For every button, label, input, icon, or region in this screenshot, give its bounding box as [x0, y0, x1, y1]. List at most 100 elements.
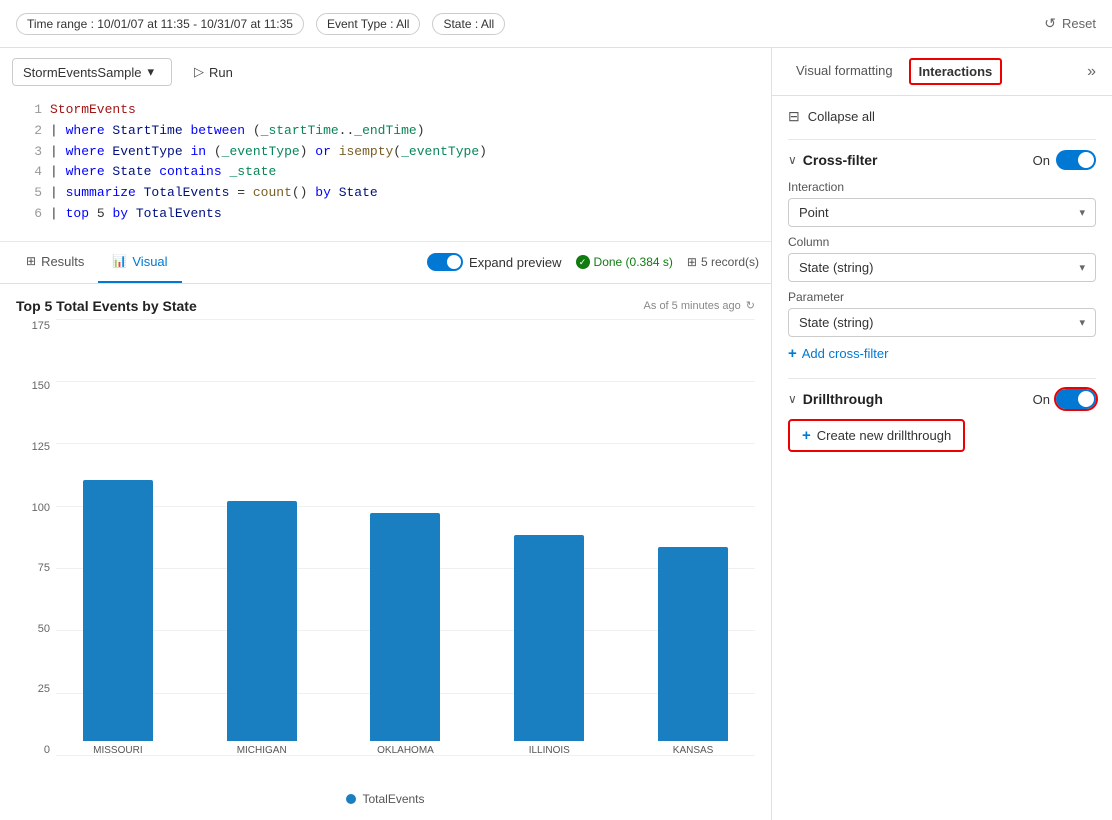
left-panel: StormEventsSample ▾ ▷ Run 1StormEvents2|…	[0, 48, 772, 820]
add-cross-filter-button[interactable]: + Add cross-filter	[788, 345, 1096, 362]
tab-visual[interactable]: 📊 Visual	[98, 242, 181, 283]
interaction-select[interactable]: Point ▾	[788, 198, 1096, 227]
run-icon: ▷	[194, 64, 204, 80]
done-badge: ✓ Done (0.384 s)	[576, 255, 673, 269]
event-type-filter[interactable]: Event Type : All	[316, 13, 421, 35]
column-value: State (string)	[799, 260, 873, 275]
tab-results[interactable]: ⊞ Results	[12, 242, 98, 283]
code-token: ()	[292, 185, 315, 200]
right-panel: Visual formatting Interactions » ⊟ Colla…	[772, 48, 1112, 820]
code-token: count	[253, 185, 292, 200]
drillthrough-title: Drillthrough	[803, 391, 883, 407]
bar-group[interactable]: ILLINOIS	[514, 535, 584, 756]
code-token: |	[50, 206, 66, 221]
code-token: _startTime	[261, 123, 339, 138]
records-icon: ⊞	[687, 255, 697, 269]
code-token: where	[66, 123, 113, 138]
code-token: 5	[97, 206, 113, 221]
bar[interactable]	[514, 535, 584, 741]
chevron-down-icon: ▾	[148, 64, 155, 80]
bar[interactable]	[658, 547, 728, 741]
line-number: 5	[24, 183, 42, 204]
y-label: 150	[16, 380, 50, 392]
run-button[interactable]: ▷ Run	[182, 59, 245, 85]
code-token: (	[393, 144, 401, 159]
code-token: _eventType	[401, 144, 479, 159]
code-token: )	[300, 144, 316, 159]
interaction-label: Interaction	[788, 180, 1096, 194]
chart-meta: As of 5 minutes ago ↻	[644, 299, 755, 312]
state-filter[interactable]: State : All	[432, 13, 505, 35]
tabs-right: Expand preview ✓ Done (0.384 s) ⊞ 5 reco…	[427, 253, 759, 271]
expand-panel-icon[interactable]: »	[1087, 63, 1096, 81]
chevron-down-icon[interactable]: ∨	[788, 153, 797, 167]
code-line: 5| summarize TotalEvents = count() by St…	[24, 183, 747, 204]
bar-group[interactable]: MICHIGAN	[227, 501, 297, 756]
cross-filter-toggle: On	[1033, 150, 1096, 170]
code-content: | top 5 by TotalEvents	[50, 204, 222, 225]
grid-line	[56, 443, 755, 444]
refresh-icon[interactable]: ↻	[746, 299, 755, 312]
chart-title-row: Top 5 Total Events by State As of 5 minu…	[16, 298, 755, 314]
bar-group[interactable]: OKLAHOMA	[370, 513, 440, 756]
bar[interactable]	[370, 513, 440, 741]
time-range-filter[interactable]: Time range : 10/01/07 at 11:35 - 10/31/0…	[16, 13, 304, 35]
cross-filter-title: Cross-filter	[803, 152, 878, 168]
main-layout: StormEventsSample ▾ ▷ Run 1StormEvents2|…	[0, 48, 1112, 820]
column-label: Column	[788, 235, 1096, 249]
chart-meta-text: As of 5 minutes ago	[644, 300, 741, 312]
bar-group[interactable]: MISSOURI	[83, 480, 153, 756]
grid-line	[56, 381, 755, 382]
create-drillthrough-wrapper: + Create new drillthrough	[788, 419, 1096, 452]
tab-visual-formatting[interactable]: Visual formatting	[788, 59, 901, 84]
y-axis: 0255075100125150175	[16, 320, 54, 756]
create-drillthrough-label: Create new drillthrough	[817, 428, 951, 443]
code-line: 1StormEvents	[24, 100, 747, 121]
code-token: in	[190, 144, 206, 159]
code-token: TotalEvents	[144, 185, 238, 200]
database-select[interactable]: StormEventsSample ▾	[12, 58, 172, 86]
line-number: 4	[24, 162, 42, 183]
chart-icon: 📊	[112, 254, 127, 268]
chevron-icon: ▾	[1079, 316, 1085, 329]
y-label: 75	[16, 562, 50, 574]
code-token: )	[479, 144, 487, 159]
create-drillthrough-button[interactable]: + Create new drillthrough	[788, 419, 965, 452]
drillthrough-section: ∨ Drillthrough On + Create new drillthro…	[788, 389, 1096, 452]
bar-label: ILLINOIS	[529, 745, 570, 756]
chart-area: Top 5 Total Events by State As of 5 minu…	[0, 284, 771, 820]
top-bar: Time range : 10/01/07 at 11:35 - 10/31/0…	[0, 0, 1112, 48]
bar-label: OKLAHOMA	[377, 745, 434, 756]
database-name: StormEventsSample	[23, 65, 142, 80]
column-select[interactable]: State (string) ▾	[788, 253, 1096, 282]
cross-filter-toggle-switch[interactable]	[1056, 150, 1096, 170]
bar[interactable]	[83, 480, 153, 741]
bar-group[interactable]: KANSAS	[658, 547, 728, 756]
drillthrough-toggle-switch[interactable]	[1056, 389, 1096, 409]
chevron-down-icon-2[interactable]: ∨	[788, 392, 797, 406]
tab-interactions[interactable]: Interactions	[909, 58, 1003, 85]
plus-icon-2: +	[802, 427, 811, 444]
tab-results-label: Results	[41, 254, 84, 269]
bar[interactable]	[227, 501, 297, 741]
collapse-all-row[interactable]: ⊟ Collapse all	[788, 108, 1096, 125]
parameter-select[interactable]: State (string) ▾	[788, 308, 1096, 337]
code-token: by	[112, 206, 135, 221]
expand-preview-toggle[interactable]: Expand preview	[427, 253, 562, 271]
chevron-icon: ▾	[1079, 206, 1085, 219]
query-toolbar: StormEventsSample ▾ ▷ Run	[12, 58, 759, 86]
reset-button[interactable]: ↺ Reset	[1044, 15, 1096, 32]
bars-container: MISSOURI MICHIGAN OKLAHOMA ILLINOIS KANSAS	[56, 480, 755, 756]
drillthrough-toggle-label: On	[1033, 392, 1050, 407]
expand-toggle-switch[interactable]	[427, 253, 463, 271]
code-token: summarize	[66, 185, 144, 200]
expand-label: Expand preview	[469, 255, 562, 270]
code-token: where	[66, 164, 113, 179]
code-token: =	[237, 185, 253, 200]
section-title-row: ∨ Cross-filter	[788, 152, 877, 168]
cross-filter-section: ∨ Cross-filter On Interaction Point ▾ Co…	[788, 150, 1096, 362]
line-number: 6	[24, 204, 42, 225]
y-label: 125	[16, 441, 50, 453]
code-token: _state	[229, 164, 276, 179]
line-number: 3	[24, 142, 42, 163]
